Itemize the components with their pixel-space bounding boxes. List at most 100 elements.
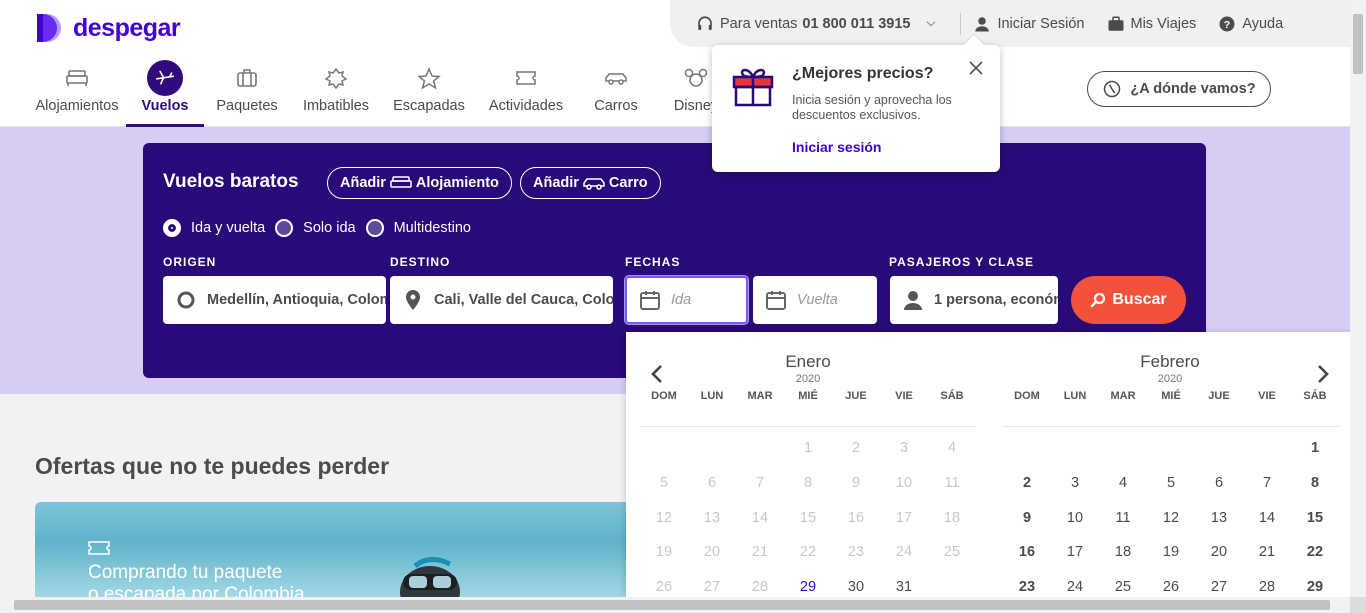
calendar-day[interactable]: 16 [1003,544,1051,579]
radio-multi-destination[interactable]: Multidestino [365,219,471,237]
calendar-day: 15 [799,509,817,526]
tooltip-login-link[interactable]: Iniciar sesión [792,139,881,155]
calendar-day[interactable]: 15 [1291,510,1339,545]
radio-dot [275,219,294,237]
calendar-day[interactable]: 3 [1051,475,1099,510]
calendar-day[interactable]: 1 [1291,440,1339,475]
user-icon [975,16,990,31]
radio-one-way[interactable]: Solo ida [275,219,356,237]
login-label: Iniciar Sesión [997,15,1085,32]
help-icon: ? [1219,16,1235,31]
offers-heading: Ofertas que no te puedes perder [35,453,390,479]
empty-day [1147,440,1195,475]
add-car-button[interactable]: Añadir Carro [520,167,661,199]
nav-label: Imbatibles [302,98,370,114]
calendar-day[interactable]: 12 [1147,510,1195,545]
date-out-field[interactable]: Ida [625,276,748,324]
nav-label: Vuelos [141,98,189,114]
calendar-day[interactable]: 29 [784,579,832,597]
nav-item-imbatibles[interactable]: Imbatibles [290,60,382,127]
mickey-icon [684,68,708,87]
scroll-thumb[interactable] [14,600,1330,610]
calendar-day[interactable]: 18 [1099,544,1147,579]
weekday-label: JUE [1208,390,1230,402]
nav-item-paquetes[interactable]: Paquetes [204,60,290,127]
diver-image [400,557,460,602]
calendar-day[interactable]: 9 [1003,510,1051,545]
weekday-label: VIE [895,390,913,402]
weekday-label: LUN [1063,390,1087,402]
calendar-day[interactable]: 29 [1291,579,1339,597]
promo-card[interactable]: Comprando tu paquete o escapada por Colo… [35,502,635,602]
nav-item-alojamientos[interactable]: Alojamientos [28,60,126,127]
calendar-day: 22 [799,544,817,561]
calendar-day[interactable]: 8 [1291,475,1339,510]
my-trips-link[interactable]: Mis Viajes [1107,15,1196,33]
calendar-day[interactable]: 6 [1195,475,1243,510]
origin-field[interactable]: Medellín, Antioquia, Colombia [163,276,386,324]
star-icon [417,67,441,89]
calendar-day[interactable]: 21 [1243,544,1291,579]
nav-item-escapadas[interactable]: Escapadas [382,60,476,127]
radio-dot [365,219,384,237]
origin-circle-icon [177,291,195,309]
calendar-day: 28 [751,579,769,596]
calendar-day[interactable]: 17 [1051,544,1099,579]
search-button[interactable]: Buscar [1071,276,1186,324]
calendar-day[interactable]: 13 [1195,510,1243,545]
calendar-day[interactable]: 28 [1243,579,1291,597]
vertical-scrollbar[interactable] [1350,0,1366,597]
calendar-day[interactable]: 27 [1195,579,1243,597]
nav-item-vuelos[interactable]: Vuelos [126,60,204,127]
calendar-day[interactable]: 14 [1243,510,1291,545]
calendar-day[interactable]: 23 [1003,579,1051,597]
promo-text: Comprando tu paquete o escapada por Colo… [88,562,305,602]
calendar-day[interactable]: 19 [1147,544,1195,579]
calendar-day[interactable]: 4 [1099,475,1147,510]
horizontal-scrollbar[interactable] [0,597,1350,613]
calendar-day[interactable]: 20 [1195,544,1243,579]
weekday-header: DOM LUN MAR MIÉ JUE VIE SÁB [640,390,976,402]
headset-icon [698,15,712,30]
suitcase-icon [237,69,257,87]
calendar-day[interactable]: 2 [1003,475,1051,510]
ticket-icon [88,541,110,555]
calendar-day: 16 [847,509,865,526]
calendar-day: 17 [895,509,913,526]
add-hotel-button[interactable]: Añadir Alojamiento [327,167,512,199]
days-grid: 1 2 3 4 5 6 7 8 9 10 11 12 13 14 15 16 17 18 19 20 21 22 23 24 2… [640,440,976,597]
logo[interactable]: despegar [35,12,181,44]
divider [1003,426,1339,427]
date-back-field[interactable]: Vuelta [753,276,877,324]
calendar-day[interactable]: 22 [1291,544,1339,579]
login-link[interactable]: Iniciar Sesión [973,15,1085,33]
chevron-down-icon[interactable] [924,17,938,31]
passengers-field[interactable]: 1 persona, económica [890,276,1058,324]
nav-item-actividades[interactable]: Actividades [476,60,576,127]
empty-day [1003,440,1051,475]
origin-value: Medellín, Antioquia, Colombia [207,292,386,308]
explore-destinations-button[interactable]: ¿A dónde vamos? [1087,71,1271,107]
nav-item-carros[interactable]: Carros [576,60,656,127]
weekday-label: DOM [651,390,677,402]
calendar-day[interactable]: 5 [1147,475,1195,510]
calendar-day[interactable]: 26 [1147,579,1195,597]
empty-day [1243,440,1291,475]
calendar-day[interactable]: 30 [832,579,880,597]
sales-phone[interactable]: Para ventas 01 800 011 3915 [696,15,944,33]
calendar-day[interactable]: 11 [1099,510,1147,545]
calendar-day[interactable]: 7 [1243,475,1291,510]
help-link[interactable]: ? Ayuda [1218,15,1283,33]
close-icon[interactable] [968,60,984,76]
calendar-day[interactable]: 10 [1051,510,1099,545]
calendar-day[interactable]: 24 [1051,579,1099,597]
nav-label: Paquetes [216,98,278,114]
calendar-day[interactable]: 25 [1099,579,1147,597]
radio-round-trip[interactable]: Ida y vuelta [163,219,265,237]
weekday-label: JUE [845,390,867,402]
empty-day [1051,440,1099,475]
days-grid: 1 2 3 4 5 6 7 8 9 10 11 12 13 14 15 16 17 18 19 20 21 22 23 24 2… [1003,440,1339,597]
destination-field[interactable]: Cali, Valle del Cauca, Colombia [390,276,613,324]
calendar-day[interactable]: 31 [880,579,928,597]
scroll-thumb[interactable] [1353,14,1363,74]
